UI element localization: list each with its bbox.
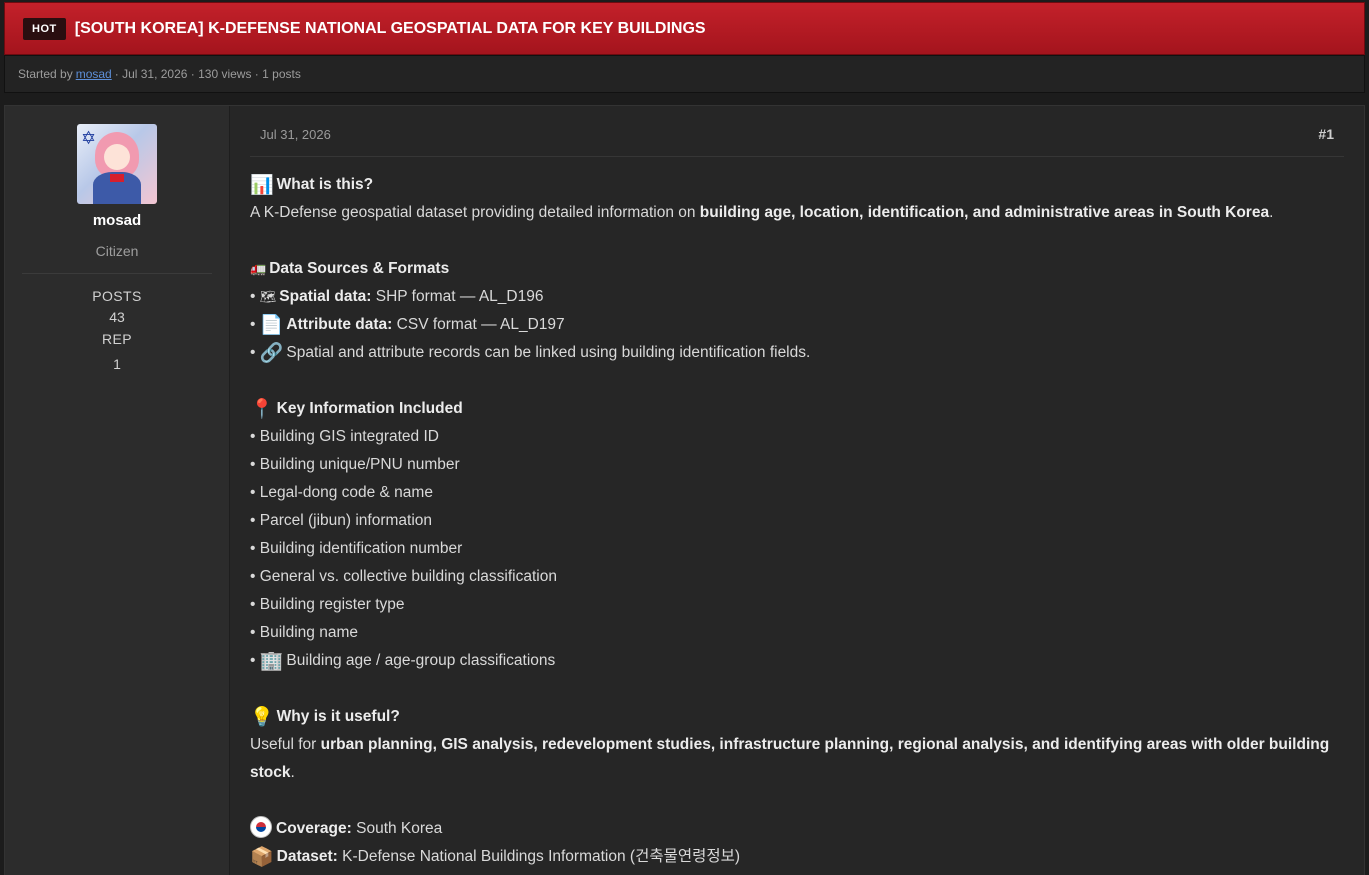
posts-label: POSTS (92, 288, 142, 304)
avatar[interactable]: ✡ (77, 124, 157, 204)
sidebar-divider (22, 273, 212, 274)
list-item: • 📄 Attribute data: CSV format — AL_D197 (250, 315, 565, 336)
user-rank: Citizen (95, 243, 139, 259)
post-date: Jul 31, 2026 (260, 126, 331, 142)
chart-icon: 📊 (250, 175, 274, 196)
hot-badge: HOT (23, 17, 66, 40)
started-by-label: Started by (18, 67, 73, 81)
rep-count: 1 (113, 356, 121, 372)
dataset-line: 📦 Dataset: K-Defense National Buildings I… (250, 847, 741, 868)
post-body: 📊 What is this? A K-Defense geospatial da… (250, 157, 1344, 871)
bullet: • (250, 316, 256, 333)
list-item: • Legal-dong code & name (250, 484, 433, 501)
post-number[interactable]: #1 (1318, 126, 1334, 142)
list-item: • 🏢 Building age / age-group classificati… (250, 651, 556, 672)
bulb-icon: 💡 (250, 707, 274, 728)
author-link[interactable]: mosad (76, 67, 112, 81)
rep-label: REP (102, 331, 132, 347)
thread-stats: · Jul 31, 2026 · 130 views · 1 posts (114, 67, 301, 81)
document-icon: 📄 (259, 315, 284, 336)
what-text: A K-Defense geospatial dataset providing… (250, 204, 1274, 221)
username[interactable]: mosad (93, 212, 141, 229)
link-icon: 🔗 (259, 343, 284, 364)
why-heading: 💡 Why is it useful? (250, 707, 400, 728)
south-korea-flag-icon (250, 816, 272, 838)
package-icon: 📦 (250, 847, 274, 868)
key-heading: 📍 Key Information Included (250, 399, 463, 420)
post-header: Jul 31, 2026 #1 (250, 126, 1344, 157)
post-content: Jul 31, 2026 #1 📊 What is this? A K-Defen… (230, 106, 1364, 875)
list-item: • Building GIS integrated ID (250, 428, 439, 445)
map-icon: 🗺 (259, 289, 277, 304)
list-item: • Building identification number (250, 540, 463, 557)
list-item: • Building unique/PNU number (250, 456, 460, 473)
list-item: • Building register type (250, 596, 405, 613)
why-text: Useful for urban planning, GIS analysis,… (250, 736, 1330, 781)
list-item: • Parcel (jibun) information (250, 512, 433, 529)
post: ✡ mosad Citizen POSTS 43 REP 1 Jul 31, 2… (4, 105, 1365, 875)
list-item: • 🗺 Spatial data: SHP format — AL_D196 (250, 288, 544, 305)
bullet: • (250, 288, 256, 305)
list-item: • General vs. collective building classi… (250, 568, 557, 585)
user-sidebar: ✡ mosad Citizen POSTS 43 REP 1 (5, 106, 230, 875)
bullet: • (250, 344, 256, 361)
what-heading: 📊 What is this? (250, 175, 374, 196)
thread-meta: Started by mosad · Jul 31, 2026 · 130 vi… (4, 55, 1365, 93)
list-item: • Building name (250, 624, 358, 641)
building-icon: 🏢 (259, 651, 284, 672)
star-icon: ✡ (81, 128, 97, 148)
coverage-line: Coverage: South Korea (250, 815, 1344, 843)
pin-icon: 📍 (250, 399, 274, 420)
sources-heading: 🚛 Data Sources & Formats (250, 260, 450, 277)
thread-title-bar: HOT [SOUTH KOREA] K-DEFENSE NATIONAL GEO… (4, 2, 1365, 55)
thread-title: [SOUTH KOREA] K-DEFENSE NATIONAL GEOSPAT… (74, 19, 706, 37)
list-item: • 🔗 Spatial and attribute records can be … (250, 343, 811, 364)
truck-icon: 🚛 (250, 261, 267, 276)
posts-count: 43 (109, 309, 125, 325)
